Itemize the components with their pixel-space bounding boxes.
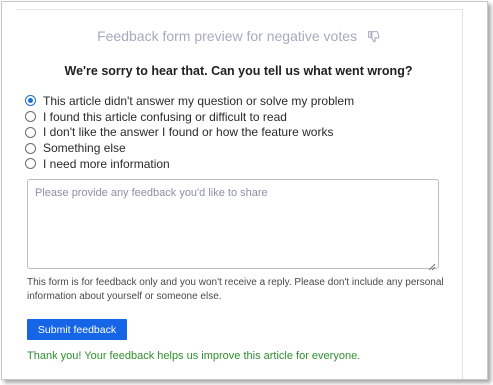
preview-title-text: Feedback form preview for negative votes [97,28,357,44]
feedback-preview-frame: Feedback form preview for negative votes… [1,1,488,380]
reason-option[interactable]: I don't like the answer I found or how t… [25,125,354,141]
reason-label: Something else [43,141,126,156]
submit-feedback-button[interactable]: Submit feedback [27,319,127,340]
thank-you-message: Thank you! Your feedback helps us improv… [27,350,361,362]
preview-title: Feedback form preview for negative votes [2,28,475,46]
feedback-question: We're sorry to hear that. Can you tell u… [64,64,413,78]
reason-option[interactable]: I need more information [25,156,354,172]
feedback-placeholder: Please provide any feedback you'd like t… [35,187,268,199]
resize-grip-icon[interactable] [428,258,436,271]
privacy-disclaimer: This form is for feedback only and you w… [27,277,444,302]
reason-radio-2[interactable] [25,126,36,138]
feedback-textarea[interactable]: Please provide any feedback you'd like t… [27,179,439,271]
top-divider [16,9,462,10]
reason-label: I don't like the answer I found or how t… [43,125,334,140]
reason-option[interactable]: This article didn't answer my question o… [25,93,354,109]
reason-label: I need more information [43,156,170,171]
reason-option[interactable]: I found this article confusing or diffic… [25,109,354,125]
reason-radio-3[interactable] [25,142,36,154]
reason-radio-1[interactable] [25,111,36,123]
reason-options: This article didn't answer my question o… [25,93,354,172]
reason-label: This article didn't answer my question o… [43,93,355,108]
thumbs-down-icon [367,30,380,46]
reason-radio-0[interactable] [25,95,36,107]
reason-option[interactable]: Something else [25,140,354,156]
reason-label: I found this article confusing or diffic… [43,109,287,124]
reason-radio-4[interactable] [25,158,36,170]
